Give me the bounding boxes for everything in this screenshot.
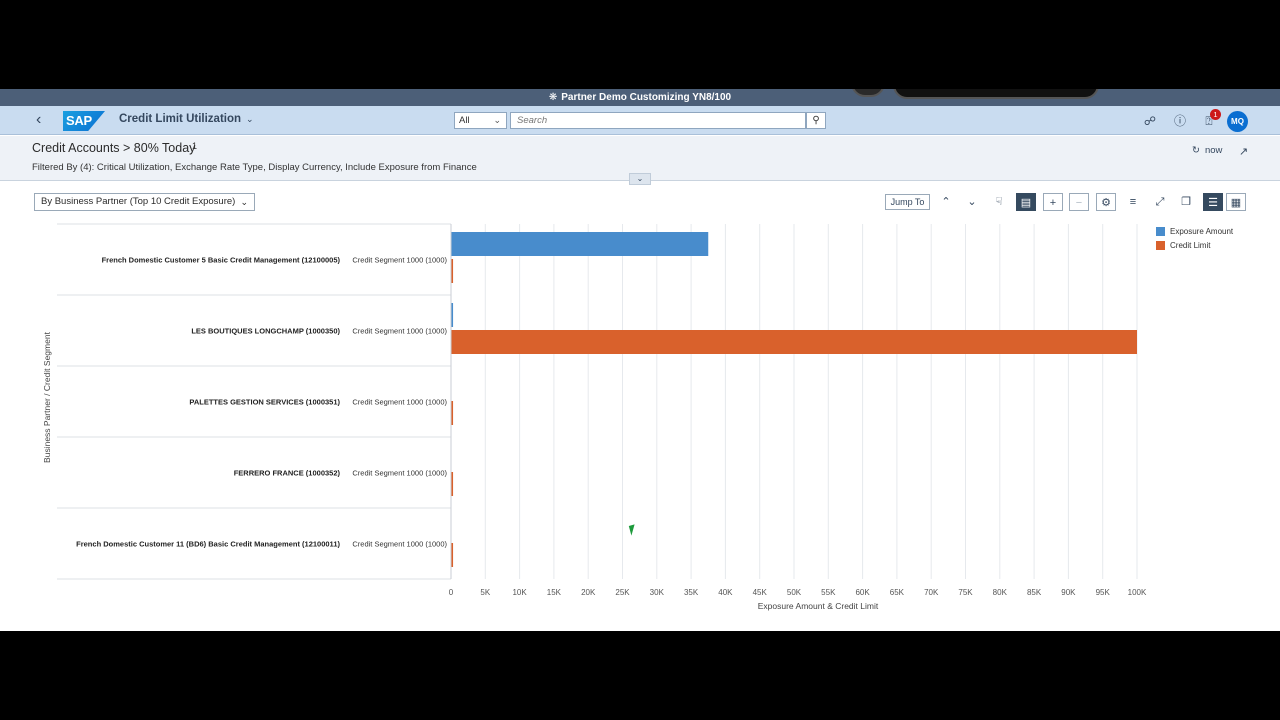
x-tick-label: 35K xyxy=(684,588,699,597)
x-axis-title: Exposure Amount & Credit Limit xyxy=(758,601,879,611)
x-tick-label: 90K xyxy=(1061,588,1076,597)
page-title: Credit Accounts > 80% Today xyxy=(32,141,196,155)
system-title: Partner Demo Customizing YN8/100 xyxy=(561,92,732,103)
x-tick-label: 20K xyxy=(581,588,596,597)
title-count: 1 xyxy=(192,141,198,151)
x-tick-label: 80K xyxy=(993,588,1008,597)
chart-legend: Exposure Amount Credit Limit xyxy=(1156,224,1233,252)
category-segment-label: Credit Segment 1000 (1000) xyxy=(352,469,447,478)
refresh-button[interactable]: ↻ now xyxy=(1192,145,1222,156)
category-segment-label: Credit Segment 1000 (1000) xyxy=(352,256,447,265)
app-window: ❋ Partner Demo Customizing YN8/100 ‹ SAP… xyxy=(0,89,1280,631)
chevron-down-icon: ⌄ xyxy=(246,113,254,124)
category-segment-label: Credit Segment 1000 (1000) xyxy=(352,327,447,336)
x-tick-label: 95K xyxy=(1096,588,1111,597)
legend-swatch xyxy=(1156,240,1165,250)
x-tick-label: 70K xyxy=(924,588,939,597)
bar-credit-limit xyxy=(451,330,1137,354)
x-tick-label: 50K xyxy=(787,588,802,597)
x-tick-label: 45K xyxy=(753,588,768,597)
sap-logo[interactable]: SAP xyxy=(63,111,105,131)
org-icon: ❋ xyxy=(548,92,558,103)
x-tick-label: 10K xyxy=(512,588,527,597)
category-partner-label: FERRERO FRANCE (1000352) xyxy=(234,469,341,478)
avatar[interactable]: MQ xyxy=(1227,111,1248,132)
bar-exposure xyxy=(451,232,709,256)
headset-icon[interactable]: ☍ xyxy=(1142,113,1158,129)
x-tick-label: 5K xyxy=(480,588,490,597)
back-icon[interactable]: ‹ xyxy=(36,111,52,129)
refresh-icon: ↻ xyxy=(1192,145,1200,156)
chevron-down-icon: ⌄ xyxy=(240,197,248,207)
overlay-bar xyxy=(893,89,1099,99)
x-tick-label: 75K xyxy=(958,588,973,597)
search-icon[interactable]: ⚲ xyxy=(806,112,826,129)
legend-item-exposure[interactable]: Exposure Amount xyxy=(1156,224,1233,238)
category-partner-label: French Domestic Customer 5 Basic Credit … xyxy=(102,256,341,265)
x-tick-label: 60K xyxy=(855,588,870,597)
x-tick-label: 100K xyxy=(1128,588,1147,597)
category-segment-label: Credit Segment 1000 (1000) xyxy=(352,398,447,407)
notification-badge: 1 xyxy=(1210,109,1221,120)
category-partner-label: French Domestic Customer 11 (BD6) Basic … xyxy=(76,540,340,549)
app-title-menu[interactable]: Credit Limit Utilization ⌄ xyxy=(119,113,254,125)
legend-item-credit-limit[interactable]: Credit Limit xyxy=(1156,238,1233,252)
jump-to-button[interactable]: Jump To xyxy=(885,194,930,210)
legend-label: Credit Limit xyxy=(1170,240,1211,250)
share-icon[interactable]: ↗ xyxy=(1239,145,1248,158)
view-select-value: By Business Partner (Top 10 Credit Expos… xyxy=(41,196,236,207)
x-tick-label: 55K xyxy=(821,588,836,597)
x-tick-label: 25K xyxy=(615,588,630,597)
legend-swatch xyxy=(1156,226,1165,236)
bar-chart: 0 5K 10K 15K 20K 25K 30K 35K 40K 45K 50K 55K 60K 65K 7… xyxy=(42,223,1147,611)
chevron-down-icon: ⌄ xyxy=(493,115,501,125)
y-axis-title: Business Partner / Credit Segment xyxy=(42,331,52,463)
search-input[interactable]: Search xyxy=(510,112,806,129)
category-partner-label: LES BOUTIQUES LONGCHAMP (1000350) xyxy=(191,327,340,336)
category-segment-label: Credit Segment 1000 (1000) xyxy=(352,540,447,549)
x-tick-label: 15K xyxy=(547,588,562,597)
x-tick-label: 65K xyxy=(890,588,905,597)
x-tick-label: 30K xyxy=(650,588,665,597)
refresh-label: now xyxy=(1204,145,1223,156)
legend-label: Exposure Amount xyxy=(1170,226,1234,236)
search-scope-value: All xyxy=(459,115,470,126)
category-partner-label: PALETTES GESTION SERVICES (1000351) xyxy=(189,398,340,407)
app-title: Credit Limit Utilization xyxy=(119,113,242,125)
shell-bar: ‹ SAP Credit Limit Utilization ⌄ All ⌄ S… xyxy=(0,106,1280,135)
search-scope-select[interactable]: All ⌄ xyxy=(454,112,507,129)
header-collapse-button[interactable]: ⌄ xyxy=(629,173,651,185)
help-icon[interactable]: ⓘ xyxy=(1172,113,1188,129)
x-tick-label: 0 xyxy=(449,588,454,597)
x-tick-label: 40K xyxy=(718,588,733,597)
x-tick-label: 85K xyxy=(1027,588,1042,597)
filter-summary: Filtered By (4): Critical Utilization, E… xyxy=(32,162,477,173)
